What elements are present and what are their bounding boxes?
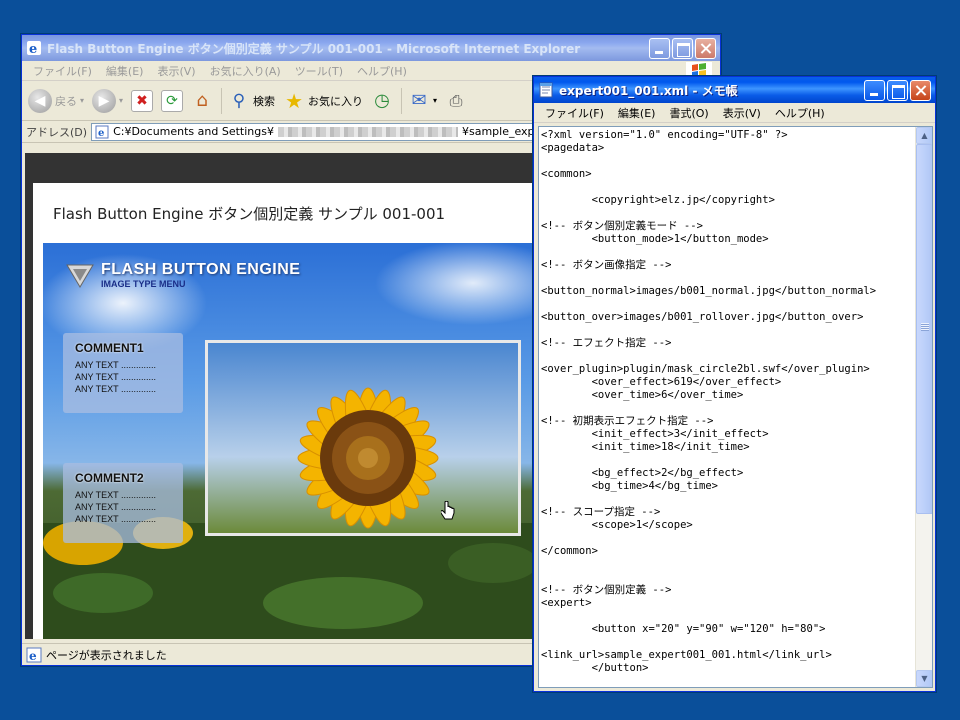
refresh-icon: ⟳ [161, 89, 184, 112]
comment2-button[interactable]: COMMENT2 ANY TEXT .............. ANY TEX… [63, 463, 183, 543]
svg-text:e: e [98, 128, 104, 139]
vertical-scrollbar[interactable]: ▲ ▼ [915, 127, 932, 687]
sunflower-image [208, 343, 518, 533]
maximize-button[interactable] [672, 37, 693, 59]
menu-favorites[interactable]: お気に入り(A) [203, 63, 288, 79]
toolbar-separator-2 [401, 87, 403, 114]
comment2-line: ANY TEXT .............. [75, 490, 157, 500]
menu-view[interactable]: 表示(V) [716, 105, 768, 121]
search-icon: ⚲ [232, 90, 246, 111]
svg-text:e: e [29, 42, 37, 56]
toolbar-separator [221, 87, 223, 114]
star-icon: ★ [285, 88, 303, 113]
brand-title: FLASH BUTTON ENGINE [101, 261, 301, 278]
search-label: 検索 [253, 94, 276, 108]
address-url-start: C:¥Documents and Settings¥ [113, 125, 274, 138]
scroll-down-arrow-icon[interactable]: ▼ [916, 670, 932, 687]
print-button[interactable]: ⎙ [445, 90, 467, 112]
mail-dropdown-icon: ▾ [433, 96, 438, 105]
comment1-button[interactable]: COMMENT1 ANY TEXT .............. ANY TEX… [63, 333, 183, 413]
menu-file[interactable]: ファイル(F) [26, 63, 99, 79]
history-icon: ◷ [374, 90, 390, 111]
comment1-title: COMMENT1 [75, 341, 144, 355]
page-icon: e [95, 125, 109, 139]
refresh-button[interactable]: ⟳ [161, 89, 184, 112]
close-button[interactable] [695, 37, 716, 59]
menu-file[interactable]: ファイル(F) [538, 105, 611, 121]
hand-cursor-icon [441, 501, 455, 520]
status-text: ページが表示されました [46, 648, 167, 662]
comment2-line: ANY TEXT .............. [75, 502, 157, 512]
sunflower-rollover-image[interactable] [205, 340, 521, 536]
brand-logo: FLASH BUTTON ENGINE IMAGE TYPE MENU [65, 261, 300, 289]
back-label: 戻る [55, 94, 77, 108]
brand-subtitle: IMAGE TYPE MENU [101, 279, 186, 289]
redacted-path [277, 126, 458, 137]
menu-edit[interactable]: 編集(E) [99, 63, 151, 79]
browser-viewport[interactable]: Flash Button Engine ボタン個別定義 サンプル 001-001 [25, 153, 536, 639]
mail-icon: ✉ [411, 90, 427, 111]
menu-format[interactable]: 書式(O) [662, 105, 715, 121]
xml-content[interactable]: <?xml version="1.0" encoding="UTF-8" ?> … [541, 129, 913, 685]
forward-dropdown-icon: ▾ [119, 96, 124, 105]
flash-banner[interactable]: FLASH BUTTON ENGINE IMAGE TYPE MENU COMM… [43, 243, 536, 639]
back-arrow-icon: ◀ [28, 88, 52, 113]
comment2-line: ANY TEXT .............. [75, 514, 157, 524]
search-button[interactable]: ⚲ 検索 [228, 90, 275, 112]
notepad-title: expert001_001.xml - メモ帳 [559, 83, 738, 98]
back-button[interactable]: ◀ 戻る ▾ [28, 88, 85, 113]
scroll-up-arrow-icon[interactable]: ▲ [916, 127, 932, 144]
minimize-button[interactable] [649, 37, 670, 59]
ie-title: Flash Button Engine ボタン個別定義 サンプル 001-001… [47, 41, 581, 56]
page-heading: Flash Button Engine ボタン個別定義 サンプル 001-001 [53, 205, 446, 223]
maximize-button[interactable] [887, 79, 908, 101]
comment2-title: COMMENT2 [75, 471, 144, 485]
notepad-text-area[interactable]: <?xml version="1.0" encoding="UTF-8" ?> … [538, 126, 933, 688]
forward-button[interactable]: ▶ ▾ [92, 88, 124, 113]
page-loaded-icon: e [26, 647, 42, 663]
notepad-menubar: ファイル(F) 編集(E) 書式(O) 表示(V) ヘルプ(H) [534, 103, 935, 123]
menu-tools[interactable]: ツール(T) [288, 63, 350, 79]
menu-help[interactable]: ヘルプ(H) [350, 63, 414, 79]
menu-edit[interactable]: 編集(E) [611, 105, 663, 121]
print-icon: ⎙ [449, 90, 463, 110]
menu-view[interactable]: 表示(V) [150, 63, 202, 79]
stop-button[interactable]: ✖ [131, 89, 154, 112]
favorites-label: お気に入り [308, 94, 364, 108]
back-dropdown-icon: ▾ [80, 96, 85, 105]
menu-help[interactable]: ヘルプ(H) [768, 105, 832, 121]
notepad-window[interactable]: expert001_001.xml - メモ帳 ファイル(F) 編集(E) 書式… [533, 76, 936, 692]
minimize-button[interactable] [864, 79, 885, 101]
fbe-logo-icon [66, 264, 94, 288]
scroll-thumb[interactable] [916, 144, 932, 514]
home-icon: ⌂ [196, 90, 208, 111]
mail-button[interactable]: ✉ ▾ [408, 90, 437, 112]
comment1-line: ANY TEXT .............. [75, 372, 157, 382]
notepad-icon [539, 82, 553, 98]
ie-titlebar[interactable]: e Flash Button Engine ボタン個別定義 サンプル 001-0… [22, 35, 720, 61]
svg-text:e: e [29, 649, 37, 663]
web-page: Flash Button Engine ボタン個別定義 サンプル 001-001 [33, 183, 536, 639]
home-button[interactable]: ⌂ [191, 90, 213, 112]
favorites-button[interactable]: ★ お気に入り [283, 88, 364, 113]
address-label: アドレス(D) [26, 125, 88, 139]
scroll-grip-icon [921, 323, 929, 331]
comment1-line: ANY TEXT .............. [75, 384, 157, 394]
forward-arrow-icon: ▶ [92, 88, 117, 113]
stop-icon: ✖ [131, 89, 154, 112]
close-button[interactable] [910, 79, 931, 101]
notepad-titlebar[interactable]: expert001_001.xml - メモ帳 [534, 77, 935, 103]
history-button[interactable]: ◷ [371, 90, 393, 112]
comment1-line: ANY TEXT .............. [75, 360, 157, 370]
ie-logo-icon: e [27, 41, 41, 56]
